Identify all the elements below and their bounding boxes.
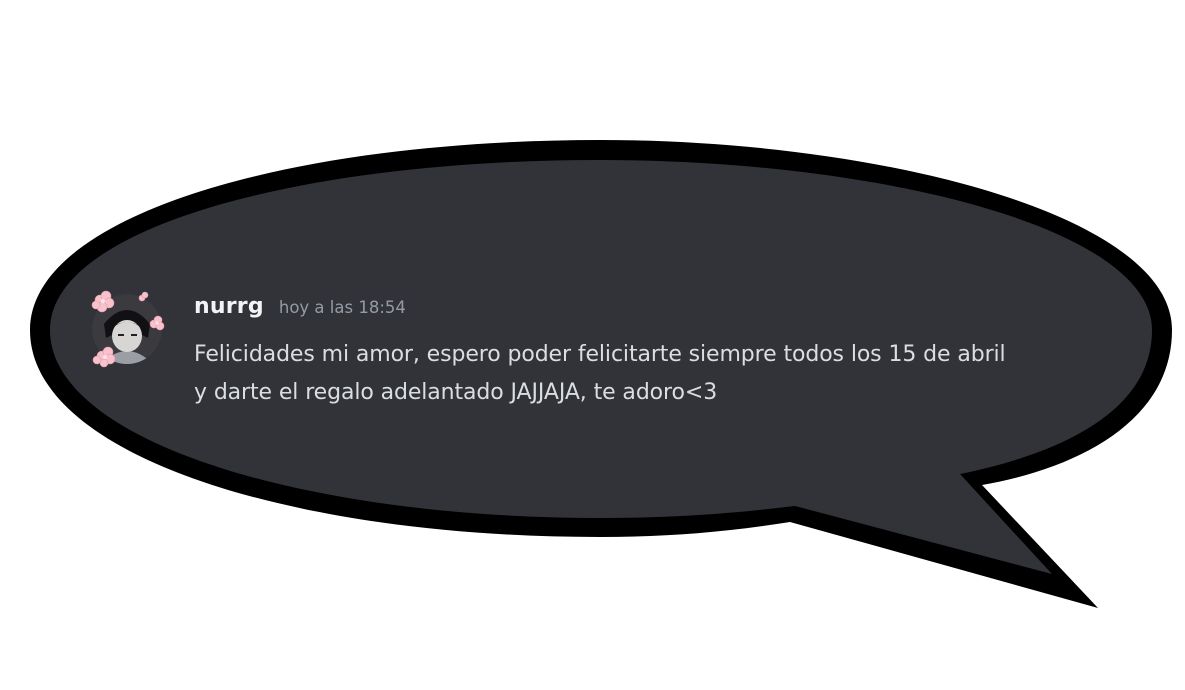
message-header: nurrg hoy a las 18:54: [194, 294, 406, 319]
username[interactable]: nurrg: [194, 294, 264, 319]
message-content: Felicidades mi amor, espero poder felici…: [194, 336, 1154, 412]
user-avatar[interactable]: [84, 286, 170, 372]
speech-bubble-meme: nurrg hoy a las 18:54 Felicidades mi amo…: [0, 0, 1185, 690]
message-line-1: Felicidades mi amor, espero poder felici…: [194, 342, 1006, 367]
timestamp[interactable]: hoy a las 18:54: [279, 298, 406, 317]
avatar-image: [91, 290, 165, 368]
message-line-2: y darte el regalo adelantado JAJJAJA, te…: [194, 380, 718, 405]
